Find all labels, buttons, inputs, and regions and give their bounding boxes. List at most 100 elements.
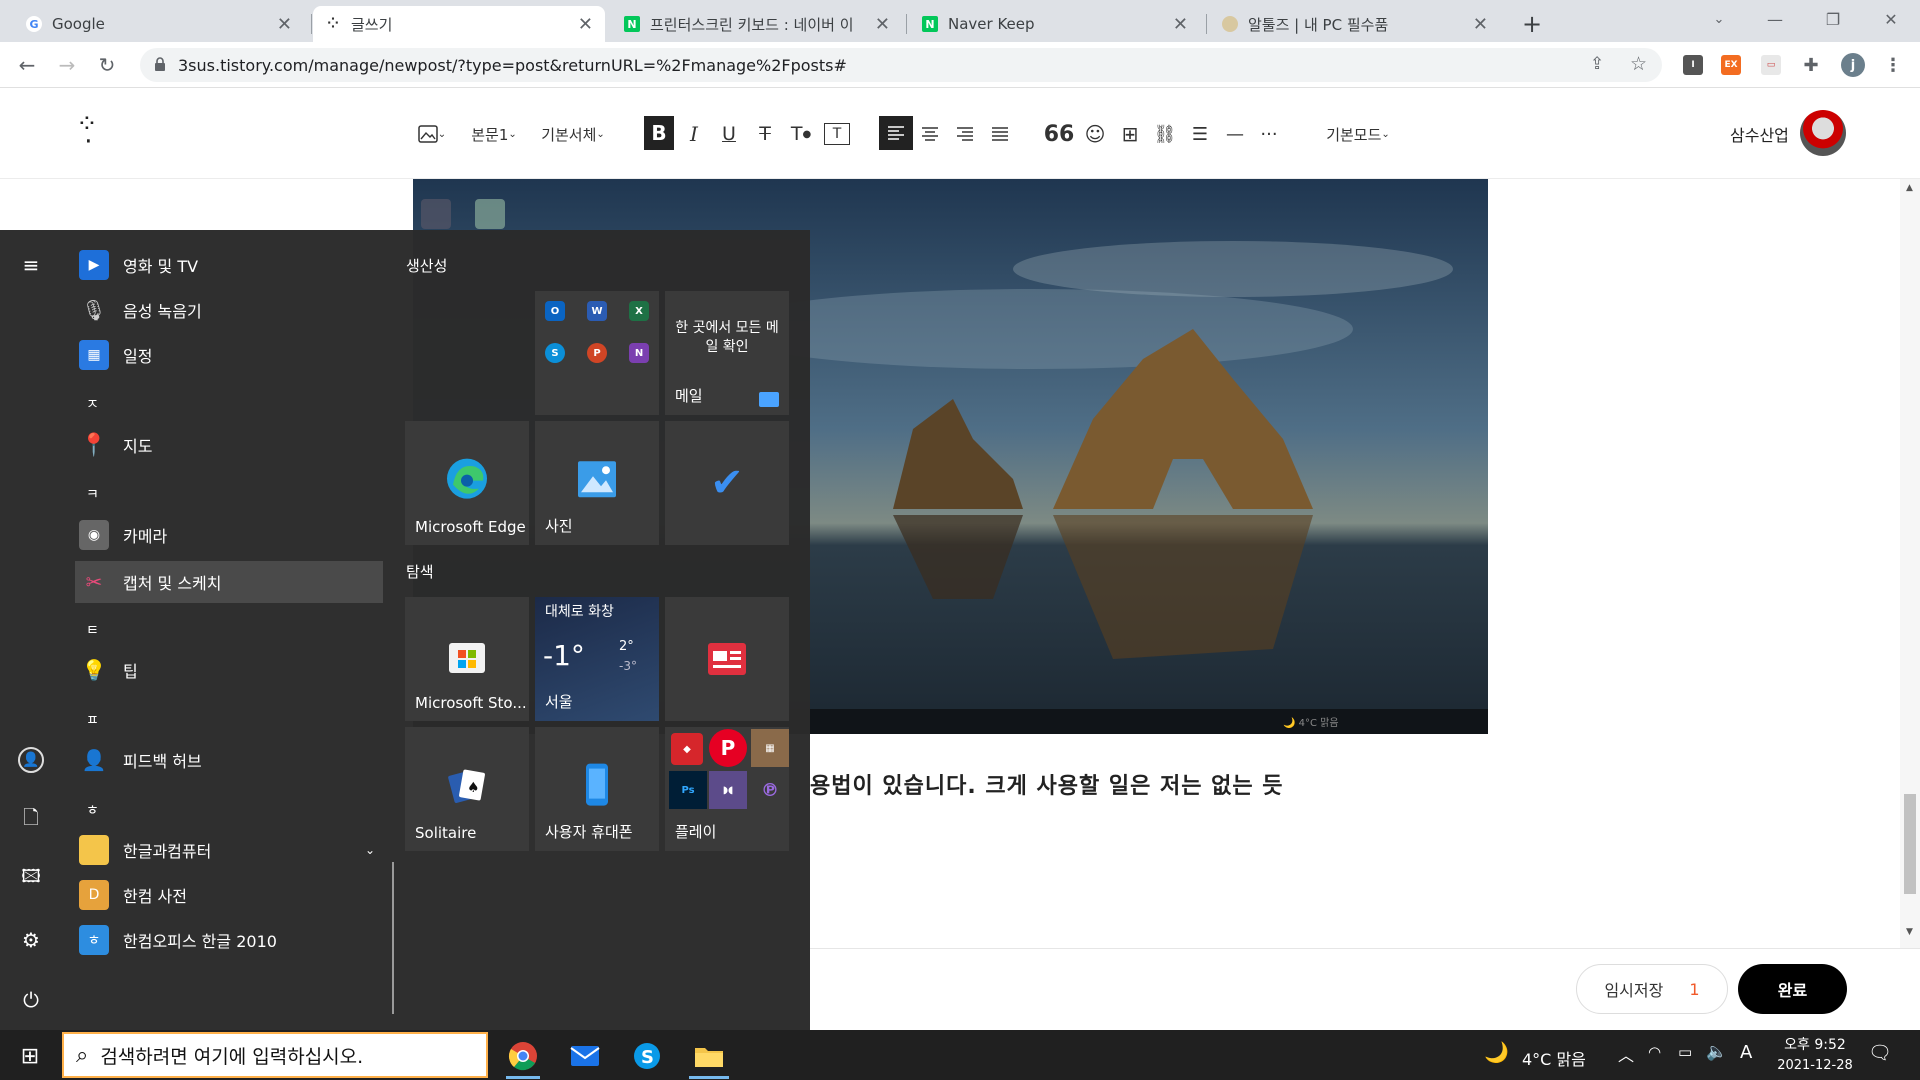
new-tab-icon[interactable]: +	[1510, 6, 1550, 42]
restore-icon[interactable]: ❐	[1804, 0, 1862, 38]
link-icon[interactable]: ⛓	[1152, 122, 1178, 146]
quote-icon[interactable]: 66	[1044, 122, 1075, 147]
tab-naver-search[interactable]: N 프린터스크린 키보드 : 네이버 이 ✕	[612, 6, 902, 42]
tile-office[interactable]: O W X S P N	[535, 291, 659, 415]
letter-header[interactable]: ㅈ	[86, 394, 99, 414]
chevron-down-icon[interactable]: ⌄	[365, 843, 375, 857]
close-tab-icon[interactable]: ✕	[875, 14, 890, 35]
address-bar[interactable]: 3sus.tistory.com/manage/newpost/?type=po…	[140, 48, 1662, 82]
close-tab-icon[interactable]: ✕	[578, 14, 593, 35]
app-item-tips[interactable]: 💡 팁	[75, 651, 383, 689]
windows-start-icon[interactable]: ⊞	[10, 1036, 50, 1076]
temp-save-button[interactable]: 임시저장 1	[1576, 964, 1728, 1014]
extension-ex-icon[interactable]: EX	[1721, 55, 1741, 75]
tab-write[interactable]: ⁘ 글쓰기 ✕	[313, 6, 605, 42]
app-item-hancom-folder[interactable]: 한글과컴퓨터 ⌄	[75, 831, 383, 869]
app-list-scrollbar[interactable]	[392, 862, 394, 1014]
close-tab-icon[interactable]: ✕	[277, 14, 292, 35]
tile-your-phone[interactable]: 사용자 휴대폰	[535, 727, 659, 851]
tab-naver-keep[interactable]: N Naver Keep ✕	[910, 6, 1200, 42]
clock-time[interactable]: 오후 9:52	[1778, 1034, 1852, 1054]
scroll-down-icon[interactable]: ▼	[1906, 927, 1913, 937]
close-tab-icon[interactable]: ✕	[1473, 14, 1488, 35]
forward-icon[interactable]: →	[52, 50, 82, 80]
profile-avatar[interactable]: j	[1841, 53, 1865, 77]
action-center-icon[interactable]: 🗨	[1868, 1041, 1892, 1064]
app-item-movies[interactable]: ▶ 영화 및 TV	[75, 246, 383, 284]
underline-button[interactable]: U	[716, 122, 742, 146]
file-explorer-icon[interactable]	[689, 1036, 729, 1076]
user-account-icon[interactable]: 👤	[18, 747, 44, 773]
editor-scrollbar[interactable]: ▲ ▼	[1900, 179, 1920, 949]
paragraph-style-dropdown[interactable]: 본문1 ⌄	[466, 122, 522, 146]
group-explore[interactable]: 탐색	[406, 561, 434, 582]
italic-button[interactable]: I	[682, 122, 706, 146]
share-icon[interactable]: ⇪	[1590, 54, 1604, 74]
more-icon[interactable]: ···	[1256, 122, 1282, 146]
extensions-puzzle-icon[interactable]: ✚	[1801, 55, 1821, 76]
tile-mail[interactable]: 한 곳에서 모든 메일 확인 메일	[665, 291, 789, 415]
app-item-camera[interactable]: ◉ 카메라	[75, 516, 383, 554]
tile-edge[interactable]: Microsoft Edge	[405, 421, 529, 545]
app-item-hancom-dictionary[interactable]: D 한컴 사전	[75, 876, 383, 914]
tab-search-icon[interactable]: ⌄	[1690, 0, 1748, 38]
cast-icon[interactable]: ▭	[1761, 55, 1781, 75]
volume-icon[interactable]: 🔈	[1706, 1042, 1727, 1062]
app-item-feedback-hub[interactable]: 👤 피드백 허브	[75, 741, 383, 779]
mail-taskbar-icon[interactable]	[565, 1036, 605, 1076]
tile-solitaire[interactable]: ♠ Solitaire	[405, 727, 529, 851]
letter-header[interactable]: ㅌ	[86, 620, 99, 640]
align-right-button[interactable]	[952, 122, 978, 146]
bold-button[interactable]: B	[644, 116, 674, 150]
tile-news[interactable]	[665, 597, 789, 721]
app-item-snip-sketch[interactable]: ✂ 캡처 및 스케치	[75, 561, 383, 603]
publish-button[interactable]: 완료	[1738, 964, 1847, 1014]
reload-icon[interactable]: ↻	[92, 50, 122, 80]
list-icon[interactable]: ☰	[1187, 122, 1213, 146]
menu-kebab-icon[interactable]: ⋮	[1883, 55, 1903, 76]
font-family-dropdown[interactable]: 기본서체 ⌄	[535, 122, 611, 146]
power-icon[interactable]: ⏻	[18, 987, 44, 1013]
text-background-button[interactable]: T	[824, 123, 850, 145]
tile-photos[interactable]: 사진	[535, 421, 659, 545]
tile-weather[interactable]: 대체로 화창 -1° 2° -3° 서울	[535, 597, 659, 721]
close-window-icon[interactable]: ✕	[1862, 0, 1920, 38]
moon-weather-icon[interactable]: 🌙	[1484, 1040, 1509, 1064]
strikethrough-button[interactable]: T	[752, 122, 778, 146]
minimize-icon[interactable]: —	[1746, 0, 1804, 38]
tile-store[interactable]: Microsoft Sto...	[405, 597, 529, 721]
ime-indicator[interactable]: A	[1740, 1042, 1752, 1063]
skype-taskbar-icon[interactable]: S	[627, 1036, 667, 1076]
letter-header[interactable]: ㅋ	[86, 484, 99, 504]
tile-todo[interactable]: ✔	[665, 421, 789, 545]
bookmark-star-icon[interactable]: ☆	[1630, 53, 1647, 75]
back-icon[interactable]: ←	[12, 50, 42, 80]
group-productivity[interactable]: 생산성	[406, 255, 447, 276]
tistory-logo[interactable]: ⁘ ·	[76, 111, 98, 155]
letter-header[interactable]: ㅎ	[86, 800, 99, 820]
scroll-up-icon[interactable]: ▲	[1906, 183, 1913, 193]
letter-header[interactable]: ㅍ	[86, 710, 99, 730]
battery-icon[interactable]: ▭	[1678, 1043, 1692, 1061]
editor-mode-dropdown[interactable]: 기본모드 ⌄	[1318, 122, 1398, 146]
divider-line-icon[interactable]: —	[1222, 122, 1248, 146]
extension-icon[interactable]: I	[1683, 55, 1703, 75]
show-hidden-icons-chevron-icon[interactable]: ︿	[1618, 1042, 1634, 1066]
table-icon[interactable]: ⊞	[1117, 122, 1143, 146]
hamburger-menu-icon[interactable]: ≡	[18, 252, 44, 278]
text-color-button[interactable]: T ●	[788, 122, 814, 146]
align-left-button[interactable]	[879, 116, 913, 150]
scroll-thumb[interactable]	[1904, 794, 1916, 894]
insert-image-icon[interactable]: ⌄	[416, 122, 448, 146]
tab-altools[interactable]: 알툴즈 | 내 PC 필수품 ✕	[1210, 6, 1500, 42]
pictures-icon[interactable]: 🖾	[18, 866, 44, 892]
taskbar-weather[interactable]: 4°C 맑음	[1522, 1046, 1586, 1070]
clock-date[interactable]: 2021-12-28	[1768, 1058, 1862, 1073]
app-item-calendar[interactable]: ▦ 일정	[75, 336, 383, 374]
align-center-button[interactable]	[917, 122, 943, 146]
chrome-icon[interactable]	[503, 1036, 543, 1076]
tile-play[interactable]: ◆ P ▦ Ps ◗◖ ℗ 플레이	[665, 727, 789, 851]
documents-icon[interactable]: 🗋	[18, 807, 44, 833]
align-justify-button[interactable]	[987, 122, 1013, 146]
app-item-maps[interactable]: 📍 지도	[75, 426, 383, 464]
